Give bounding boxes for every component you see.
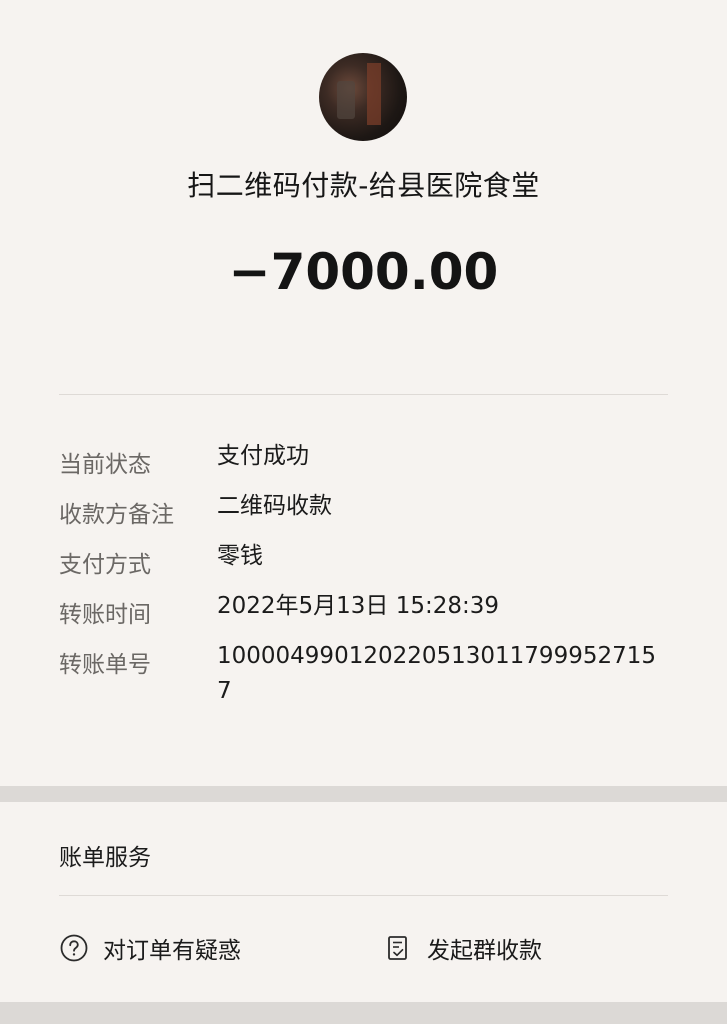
group-collection-label: 发起群收款 [427,938,542,964]
detail-value: 零钱 [217,543,263,569]
transaction-amount: −7000.00 [228,243,499,301]
section-separator [0,1002,727,1024]
bill-service-title: 账单服务 [59,845,151,871]
question-circle-icon [59,933,89,963]
detail-value: 2022年5月13日 15:28:39 [217,593,500,619]
detail-label: 转账时间 [59,602,151,628]
divider [59,895,668,896]
order-question-button[interactable]: 对订单有疑惑 [59,930,241,966]
detail-label: 转账单号 [59,652,151,678]
payee-title: 扫二维码付款-给县医院食堂 [187,169,540,202]
divider [59,394,668,395]
detail-value: 二维码收款 [217,493,332,519]
detail-value: 支付成功 [217,443,309,469]
bill-service-card: 账单服务 对订单有疑惑 发起群收款 [0,802,727,1002]
document-check-icon [383,933,413,963]
transaction-detail-card: 扫二维码付款-给县医院食堂 −7000.00 当前状态 支付成功 收款方备注 二… [0,0,727,786]
payee-avatar [319,53,407,141]
detail-label: 支付方式 [59,552,151,578]
transfer-id-value: 100004990120220513011799952715 7 [217,643,656,704]
section-separator [0,786,727,802]
group-collection-button[interactable]: 发起群收款 [383,930,542,966]
detail-label: 当前状态 [59,452,151,478]
detail-label: 收款方备注 [59,502,174,528]
order-question-label: 对订单有疑惑 [103,938,241,964]
